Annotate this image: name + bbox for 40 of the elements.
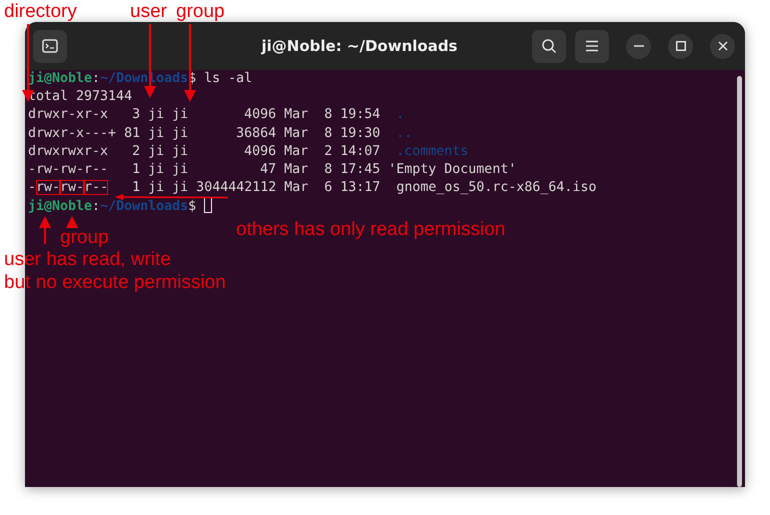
scrollbar[interactable] (737, 76, 742, 487)
search-button[interactable] (532, 30, 566, 62)
annotation-label: user (130, 0, 167, 23)
prompt-user: ji@Noble (28, 199, 92, 214)
menu-button[interactable] (575, 30, 609, 62)
terminal-text: drwxr-xr-x 3 ji ji 4096 Mar 8 19:54 (28, 107, 382, 122)
terminal-button[interactable] (33, 30, 67, 62)
prompt-path: ~/Downloads (100, 199, 188, 214)
terminal-text: : (92, 199, 100, 214)
terminal-text: $ (188, 199, 198, 214)
highlighted-permission: r-- (84, 180, 108, 196)
text-cursor (204, 197, 212, 214)
terminal-text: drwxrwxr-x 2 ji ji 4096 Mar 2 14:07 (28, 144, 382, 159)
search-icon (541, 38, 557, 54)
annotation-label: group (60, 226, 109, 249)
maximize-icon (676, 41, 686, 51)
highlighted-permission: rw- (36, 180, 60, 196)
close-icon (718, 41, 728, 51)
minimize-button[interactable] (626, 34, 651, 58)
directory-name: .comments (396, 144, 468, 159)
terminal-text: 1 ji ji 3044442112 Mar 6 13:17 gnome_os_50.rc-x86_64.iso (132, 180, 596, 196)
prompt-user: ji@Noble (28, 71, 92, 86)
directory-name: .. (396, 126, 412, 141)
window-title: ji@Noble: ~/Downloads (260, 37, 458, 55)
close-button[interactable] (710, 34, 735, 58)
annotation-label: others has only read permission (236, 218, 506, 241)
minimize-icon (634, 45, 644, 47)
terminal-text: : (92, 71, 100, 86)
terminal-text: -rw-rw-r-- 1 ji ji 47 Mar 8 17:45 'Empty Document' (28, 162, 516, 177)
directory-name: . (396, 107, 404, 122)
arrow (39, 216, 51, 244)
menu-icon (585, 40, 599, 52)
highlighted-permission: rw- (60, 180, 84, 196)
terminal-text: - (28, 180, 36, 196)
maximize-button[interactable] (668, 34, 693, 58)
annotation-label: directory (4, 0, 77, 23)
terminal-text: drwxr-x---+ 81 ji ji 36864 Mar 8 19:30 (28, 126, 382, 141)
terminal-icon (42, 39, 58, 53)
annotation-label: group (176, 0, 225, 23)
arrow (66, 216, 78, 228)
